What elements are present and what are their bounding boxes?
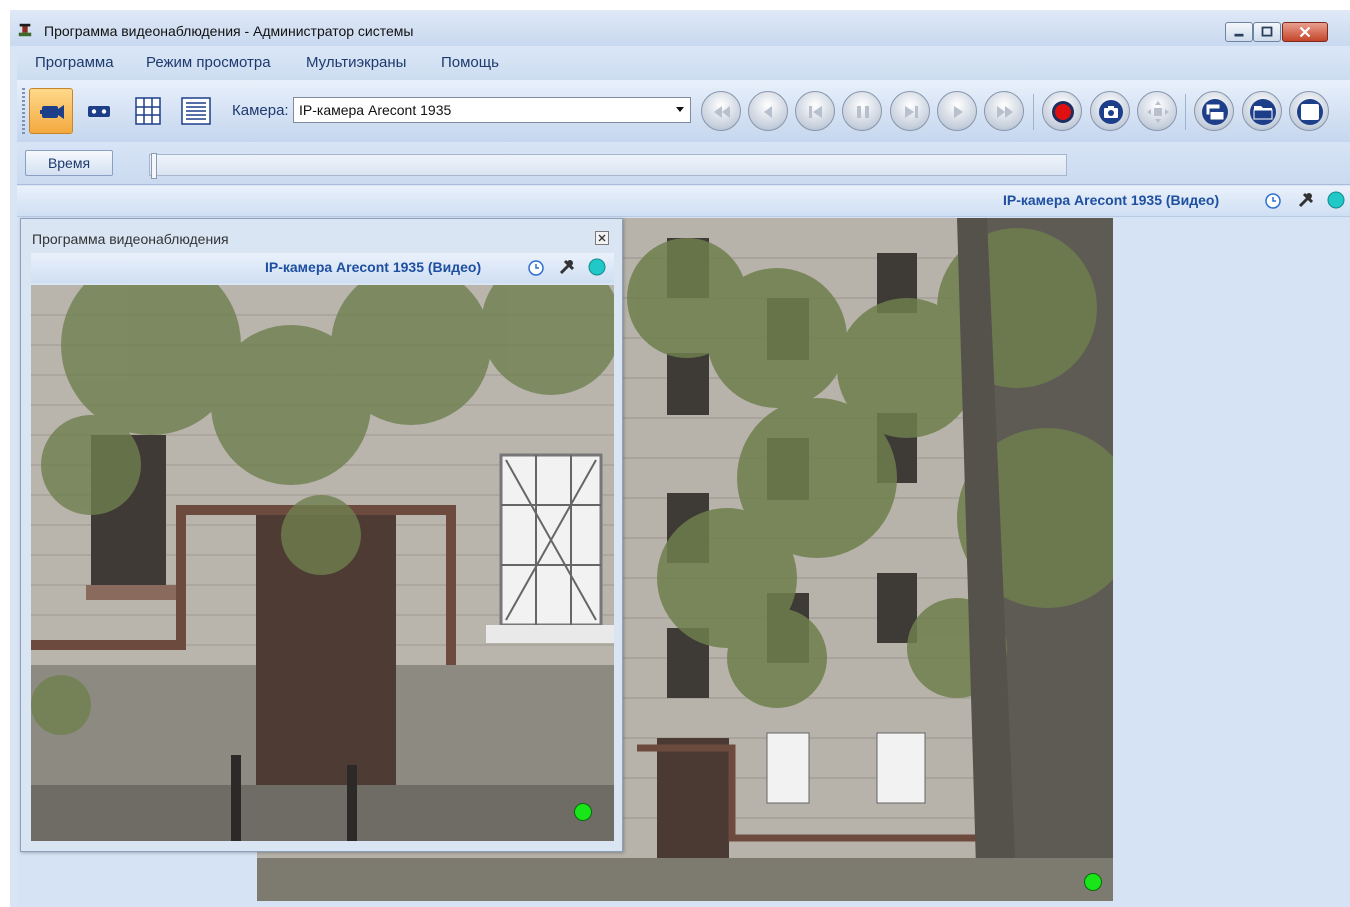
close-icon bbox=[1299, 26, 1311, 38]
pause-button[interactable] bbox=[842, 91, 882, 131]
toolbar-grip[interactable] bbox=[22, 88, 25, 134]
clock-icon[interactable] bbox=[1264, 192, 1282, 210]
archive-view-button[interactable] bbox=[77, 88, 121, 134]
floating-camera-title: IP-камера Arecont 1935 (Видео) bbox=[265, 259, 482, 275]
main-view-area: IP-камера Arecont 1935 (Видео) Программа… bbox=[17, 186, 1350, 907]
record-icon bbox=[1052, 101, 1074, 123]
menu-view-mode[interactable]: Режим просмотра bbox=[146, 54, 271, 71]
floating-camera-window[interactable]: Программа видеонаблюдения IP-камера Arec… bbox=[20, 218, 623, 852]
main-camera-title: IP-камера Arecont 1935 (Видео) bbox=[1003, 192, 1220, 208]
clock-icon[interactable] bbox=[527, 259, 545, 277]
minimize-button[interactable] bbox=[1225, 22, 1253, 42]
fast-forward-button[interactable] bbox=[984, 91, 1024, 131]
floating-status-dot bbox=[574, 803, 592, 821]
toolbar-separator bbox=[1033, 94, 1034, 130]
video-camera-icon bbox=[40, 105, 64, 119]
toolbar-separator bbox=[1185, 94, 1186, 130]
rewind-icon bbox=[714, 106, 730, 118]
maximize-icon bbox=[1261, 26, 1273, 37]
camera-label: Камера: bbox=[232, 102, 289, 119]
maximize-button[interactable] bbox=[1253, 22, 1281, 42]
close-button[interactable] bbox=[1282, 22, 1328, 42]
ptz-arrows-icon bbox=[1147, 101, 1169, 123]
tools-icon[interactable] bbox=[558, 258, 576, 276]
menu-help[interactable]: Помощь bbox=[441, 54, 499, 71]
status-indicator-icon bbox=[588, 258, 606, 276]
status-indicator-icon bbox=[1327, 191, 1345, 209]
chevron-down-icon[interactable] bbox=[676, 107, 684, 112]
play-button[interactable] bbox=[937, 91, 977, 131]
list-icon bbox=[181, 97, 211, 125]
toolbar: Камера: IP-камера Arecont 1935 bbox=[17, 80, 1350, 143]
camera-select[interactable]: IP-камера Arecont 1935 bbox=[293, 97, 691, 123]
rewind-button[interactable] bbox=[701, 91, 741, 131]
folder-icon bbox=[1250, 99, 1276, 125]
fullscreen-icon bbox=[1297, 99, 1323, 125]
timeline-slider[interactable] bbox=[149, 153, 1067, 179]
camera-icon bbox=[1099, 100, 1123, 124]
play-icon bbox=[954, 106, 963, 118]
grid-icon bbox=[135, 97, 161, 125]
menu-multiscreens[interactable]: Мультиэкраны bbox=[306, 54, 406, 71]
floating-window-title: Программа видеонаблюдения bbox=[32, 231, 229, 247]
live-view-button[interactable] bbox=[29, 88, 73, 134]
window-title: Программа видеонаблюдения - Администрато… bbox=[44, 23, 414, 39]
grid-layout-button[interactable] bbox=[125, 88, 169, 134]
close-icon bbox=[598, 234, 606, 242]
time-button[interactable]: Время bbox=[25, 150, 113, 176]
cassette-icon bbox=[88, 106, 110, 117]
windows-icon bbox=[1202, 99, 1228, 125]
floating-video-feed[interactable] bbox=[31, 285, 614, 841]
to-end-button[interactable] bbox=[890, 91, 930, 131]
timeline-bar: Время bbox=[17, 142, 1350, 185]
floating-window-close-button[interactable] bbox=[595, 231, 609, 245]
folder-button[interactable] bbox=[1242, 91, 1282, 131]
menu-bar: Программа Режим просмотра Мультиэкраны П… bbox=[17, 46, 1350, 80]
app-logo-icon bbox=[18, 23, 32, 37]
main-status-dot bbox=[1084, 873, 1102, 891]
menu-program[interactable]: Программа bbox=[35, 54, 114, 71]
minimize-icon bbox=[1234, 33, 1244, 37]
title-bar: Программа видеонаблюдения - Администрато… bbox=[10, 10, 1350, 46]
list-layout-button[interactable] bbox=[173, 88, 217, 134]
step-back-icon bbox=[764, 106, 772, 118]
camera-select-value: IP-камера Arecont 1935 bbox=[299, 102, 452, 118]
skip-start-icon bbox=[809, 106, 822, 118]
fullscreen-button[interactable] bbox=[1289, 91, 1329, 131]
app-window: Программа видеонаблюдения - Администрато… bbox=[10, 10, 1350, 907]
tools-icon[interactable] bbox=[1297, 191, 1315, 209]
floating-camera-header: IP-камера Arecont 1935 (Видео) bbox=[31, 253, 614, 283]
skip-end-icon bbox=[905, 106, 918, 118]
step-back-button[interactable] bbox=[748, 91, 788, 131]
timeline-thumb[interactable] bbox=[151, 153, 157, 179]
fast-forward-icon bbox=[997, 106, 1013, 118]
ptz-button[interactable] bbox=[1137, 91, 1177, 131]
to-start-button[interactable] bbox=[795, 91, 835, 131]
snapshot-button[interactable] bbox=[1090, 91, 1130, 131]
pause-icon bbox=[857, 106, 869, 118]
windows-button[interactable] bbox=[1194, 91, 1234, 131]
main-camera-header: IP-камера Arecont 1935 (Видео) bbox=[17, 186, 1350, 217]
record-button[interactable] bbox=[1042, 91, 1082, 131]
